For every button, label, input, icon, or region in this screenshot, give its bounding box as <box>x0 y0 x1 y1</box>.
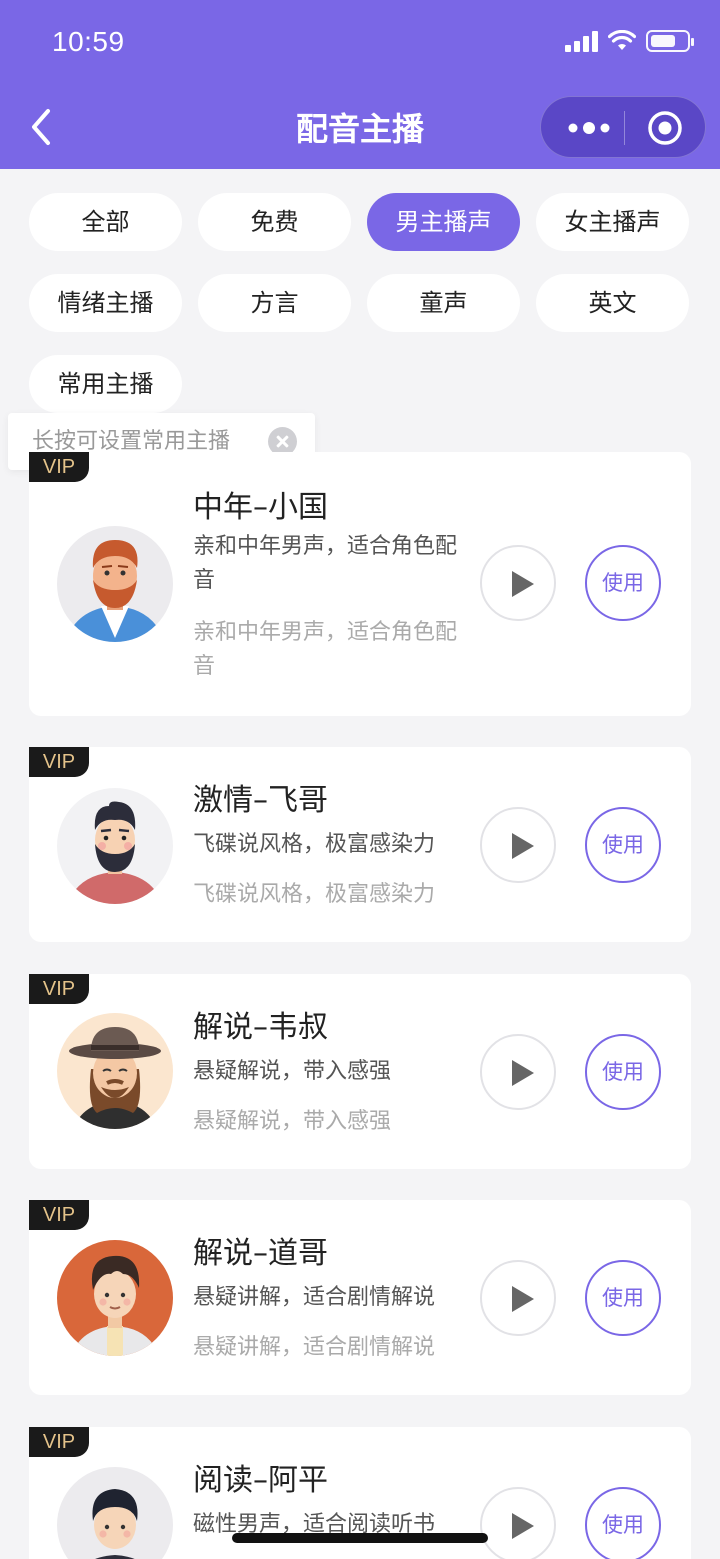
battery-icon <box>646 30 694 52</box>
vip-badge: VIP <box>29 1427 89 1457</box>
voice-card[interactable]: VIP 中年–小国亲和中年男声，适合角色配音 亲和中年男声，适合角色配音 使用 <box>29 452 691 716</box>
vip-badge: VIP <box>29 452 89 482</box>
vip-badge: VIP <box>29 974 89 1004</box>
voice-subtext: 飞碟说风格，极富感染力 <box>193 882 436 907</box>
voice-description: 悬疑讲解，适合剧情解说 <box>193 1285 436 1310</box>
voice-description: 飞碟说风格，极富感染力 <box>193 832 436 857</box>
hint-text: 长按可设置常用主播 <box>32 429 231 454</box>
bearded-man-avatar <box>57 788 173 904</box>
play-button[interactable] <box>480 1487 556 1559</box>
wifi-icon <box>608 30 636 50</box>
vip-badge: VIP <box>29 1200 89 1230</box>
app-header: 10:59 配音主播 <box>0 0 720 169</box>
hat-man-avatar <box>57 1013 173 1129</box>
filter-chip[interactable]: 童声 <box>367 274 520 332</box>
voice-subtext: 悬疑讲解，适合剧情解说 <box>193 1335 436 1360</box>
use-button[interactable]: 使用 <box>585 1487 661 1559</box>
play-button[interactable] <box>480 1034 556 1110</box>
filter-chip[interactable]: 方言 <box>198 274 351 332</box>
voice-name: 中年–小国 <box>193 490 328 525</box>
use-button[interactable]: 使用 <box>585 807 661 883</box>
home-indicator <box>232 1533 488 1543</box>
voice-subtext: 悬疑解说，带入感强 <box>193 1109 392 1134</box>
use-button[interactable]: 使用 <box>585 545 661 621</box>
play-button[interactable] <box>480 545 556 621</box>
voice-card[interactable]: VIP 激情–飞哥飞碟说风格，极富感染力 飞碟说风格，极富感染力 使用 <box>29 747 691 942</box>
voice-name: 阅读–阿平 <box>193 1463 328 1498</box>
reader-man-avatar <box>57 1467 173 1559</box>
filter-chip[interactable]: 女主播声 <box>536 193 689 251</box>
voice-card[interactable]: VIP 解说–道哥悬疑讲解，适合剧情解说 悬疑讲解，适合剧情解说 使用 <box>29 1200 691 1395</box>
status-icons <box>565 30 694 52</box>
voice-subtext: 亲和中年男声，适合角色配音 <box>193 620 458 679</box>
voice-name: 激情–飞哥 <box>193 783 328 818</box>
filter-chip[interactable]: 常用主播 <box>29 355 182 413</box>
play-button[interactable] <box>480 807 556 883</box>
capsule-divider <box>624 111 625 145</box>
status-time: 10:59 <box>52 26 125 57</box>
more-icon[interactable] <box>559 117 623 139</box>
close-mini-program-icon[interactable] <box>647 110 683 146</box>
filter-chip[interactable]: 情绪主播 <box>29 274 182 332</box>
filter-chip[interactable]: 全部 <box>29 193 182 251</box>
middle-aged-man-avatar <box>57 526 173 642</box>
voice-description: 亲和中年男声，适合角色配音 <box>193 534 458 593</box>
filter-chip[interactable]: 免费 <box>198 193 351 251</box>
voice-name: 解说–道哥 <box>193 1236 328 1271</box>
young-man-avatar <box>57 1240 173 1356</box>
filter-chip[interactable]: 英文 <box>536 274 689 332</box>
play-button[interactable] <box>480 1260 556 1336</box>
use-button[interactable]: 使用 <box>585 1260 661 1336</box>
use-button[interactable]: 使用 <box>585 1034 661 1110</box>
signal-icon <box>565 30 598 52</box>
voice-name: 解说–韦叔 <box>193 1010 328 1045</box>
filter-chip[interactable]: 男主播声 <box>367 193 520 251</box>
voice-card[interactable]: VIP 解说–韦叔悬疑解说，带入感强 悬疑解说，带入感强 使用 <box>29 974 691 1169</box>
voice-description: 悬疑解说，带入感强 <box>193 1059 392 1084</box>
mini-program-capsule <box>540 96 706 158</box>
vip-badge: VIP <box>29 747 89 777</box>
